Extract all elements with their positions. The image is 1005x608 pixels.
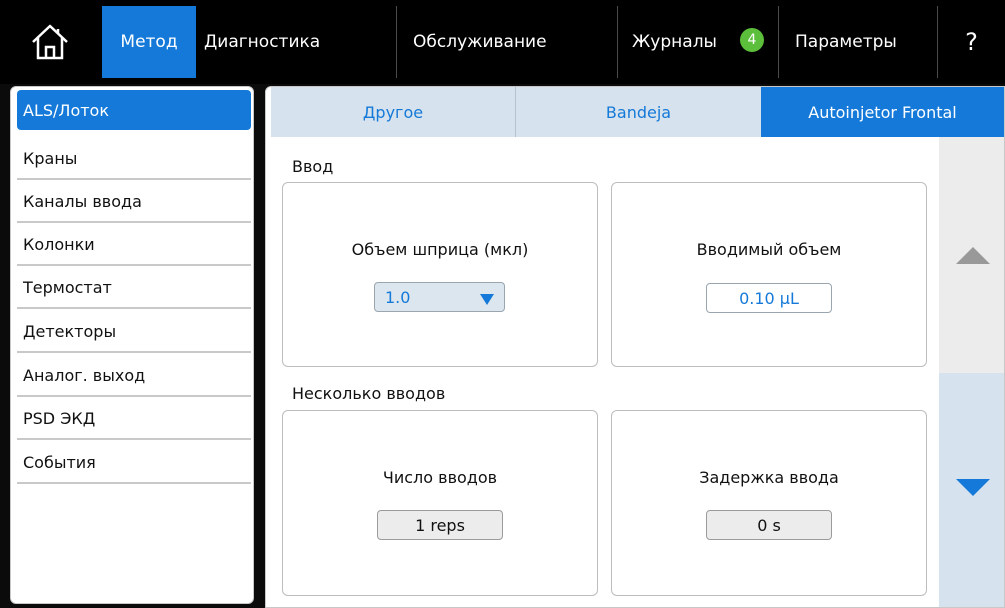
nav-settings[interactable]: Параметры: [779, 6, 929, 78]
top-navigation: Метод Диагностика Обслуживание Журналы 4…: [0, 0, 1005, 84]
sidebar-item-events[interactable]: События: [17, 442, 251, 484]
syringe-volume-card: Объем шприца (мкл) 1.0: [282, 182, 598, 367]
injection-section-title: Ввод: [292, 157, 334, 176]
syringe-volume-select[interactable]: 1.0: [374, 282, 505, 312]
help-button[interactable]: ?: [938, 6, 1005, 78]
syringe-volume-label: Объем шприца (мкл): [351, 240, 529, 259]
home-icon: [32, 24, 68, 60]
injection-volume-card: Вводимый объем 0.10 µL: [611, 182, 927, 367]
multi-injection-section-title: Несколько вводов: [292, 384, 446, 403]
tab-front-autoinjector[interactable]: Autoinjetor Frontal: [761, 87, 1004, 137]
nav-logs-label: Журналы: [632, 32, 717, 52]
sidebar-item-detectors[interactable]: Детекторы: [17, 311, 251, 353]
sidebar-item-psd[interactable]: PSD ЭКД: [17, 398, 251, 440]
nav-maintenance[interactable]: Обслуживание: [397, 6, 617, 78]
injection-count-card: Число вводов 1 reps: [282, 410, 598, 596]
injection-volume-label: Вводимый объем: [696, 240, 842, 259]
scroll-down-button[interactable]: [939, 373, 1004, 607]
main-panel: Другое Bandeja Autoinjetor Frontal Ввод …: [265, 86, 1005, 608]
injection-volume-input[interactable]: 0.10 µL: [706, 283, 832, 313]
sidebar-item-als-tray[interactable]: ALS/Лоток: [17, 90, 251, 130]
injection-delay-label: Задержка ввода: [699, 468, 839, 487]
app-root: Метод Диагностика Обслуживание Журналы 4…: [0, 0, 1005, 608]
syringe-volume-value: 1.0: [385, 287, 411, 307]
tab-tray[interactable]: Bandeja: [516, 87, 761, 137]
sidebar: ALS/Лоток Краны Каналы ввода Колонки Тер…: [10, 86, 254, 604]
logs-count-badge: 4: [740, 28, 764, 52]
sidebar-item-valves[interactable]: Краны: [17, 138, 251, 180]
tab-bar: Другое Bandeja Autoinjetor Frontal: [271, 87, 1004, 137]
sidebar-item-columns[interactable]: Колонки: [17, 224, 251, 266]
injection-delay-field[interactable]: 0 s: [706, 510, 832, 540]
tab-other[interactable]: Другое: [271, 87, 515, 137]
sidebar-item-analog-out[interactable]: Аналог. выход: [17, 355, 251, 397]
sidebar-item-oven[interactable]: Термостат: [17, 267, 251, 309]
triangle-down-icon: [956, 479, 990, 496]
injection-count-field[interactable]: 1 reps: [377, 510, 503, 540]
triangle-up-icon: [956, 247, 990, 264]
sidebar-item-inlets[interactable]: Каналы ввода: [17, 181, 251, 223]
injection-delay-card: Задержка ввода 0 s: [611, 410, 927, 596]
chevron-down-icon: [480, 294, 494, 305]
home-button[interactable]: [0, 6, 100, 78]
scroll-up-button[interactable]: [939, 137, 1004, 373]
injection-count-label: Число вводов: [382, 468, 498, 487]
nav-method[interactable]: Метод: [102, 6, 196, 78]
nav-diagnostics[interactable]: Диагностика: [196, 6, 346, 78]
